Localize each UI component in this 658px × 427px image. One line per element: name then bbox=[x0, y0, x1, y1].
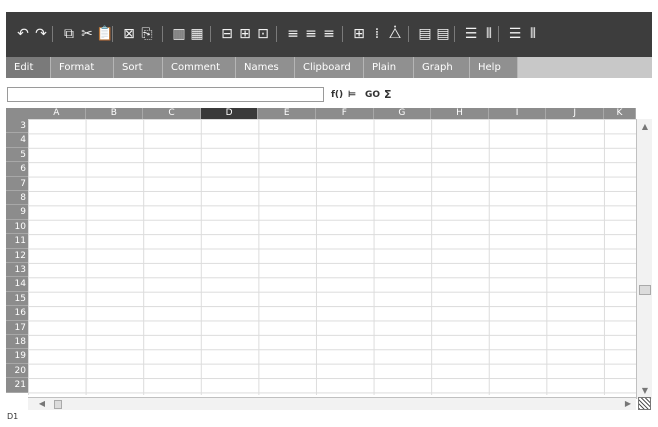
row-header-19[interactable]: 19 bbox=[6, 349, 28, 364]
toolbar-separator bbox=[276, 26, 277, 42]
merge-cells-icon[interactable]: ▤ bbox=[416, 25, 434, 43]
row-header-16[interactable]: 16 bbox=[6, 306, 28, 321]
tab-edit[interactable]: Edit bbox=[6, 57, 51, 78]
vertical-scrollbar[interactable]: ▲ ▼ bbox=[636, 119, 652, 399]
autofit-columns-icon[interactable]: ⦀ bbox=[524, 25, 542, 43]
go-button[interactable]: GO bbox=[365, 88, 380, 102]
formula-input[interactable] bbox=[7, 87, 324, 102]
column-header-g[interactable]: G bbox=[373, 108, 432, 119]
toolbar-separator bbox=[210, 26, 211, 42]
tab-graph[interactable]: Graph bbox=[414, 57, 470, 78]
fill-color-icon[interactable]: ⧊ bbox=[386, 25, 404, 43]
select-all-corner[interactable] bbox=[6, 108, 28, 119]
tab-plain[interactable]: Plain bbox=[364, 57, 414, 78]
toolbar-separator bbox=[162, 26, 163, 42]
tab-clipboard[interactable]: Clipboard bbox=[295, 57, 364, 78]
scroll-right-icon[interactable]: ▶ bbox=[622, 398, 634, 410]
column-header-d[interactable]: D bbox=[200, 108, 259, 119]
toolbar-separator bbox=[342, 26, 343, 42]
tab-format[interactable]: Format bbox=[51, 57, 114, 78]
row-header-4[interactable]: 4 bbox=[6, 133, 28, 148]
row-header-13[interactable]: 13 bbox=[6, 263, 28, 278]
align-center-icon[interactable]: ≡ bbox=[302, 25, 320, 43]
delete-cells-icon[interactable]: ⊡ bbox=[254, 25, 272, 43]
horizontal-scroll-thumb[interactable] bbox=[54, 400, 62, 409]
row-header-7[interactable]: 7 bbox=[6, 176, 28, 191]
tab-bar: Edit Format Sort Comment Names Clipboard Plain… bbox=[6, 57, 652, 78]
redo-icon[interactable]: ↷ bbox=[32, 25, 50, 43]
row-header-8[interactable]: 8 bbox=[6, 191, 28, 206]
insert-cells-icon[interactable]: ⊞ bbox=[236, 25, 254, 43]
row-header-14[interactable]: 14 bbox=[6, 277, 28, 292]
row-header-9[interactable]: 9 bbox=[6, 205, 28, 220]
column-header-c[interactable]: C bbox=[143, 108, 201, 119]
no-borders-icon[interactable]: ⁞ bbox=[368, 25, 386, 43]
autofit-rows-icon[interactable]: ☰ bbox=[506, 25, 524, 43]
row-header-21[interactable]: 21 bbox=[6, 378, 28, 393]
cell-area[interactable] bbox=[28, 119, 636, 395]
row-header-10[interactable]: 10 bbox=[6, 219, 28, 235]
resize-grip-icon[interactable] bbox=[638, 397, 651, 410]
toolbar-separator bbox=[52, 26, 53, 42]
row-header-3[interactable]: 3 bbox=[6, 119, 28, 134]
column-header-k[interactable]: K bbox=[604, 108, 636, 119]
row-header-12[interactable]: 12 bbox=[6, 248, 28, 263]
column-header-f[interactable]: F bbox=[316, 108, 374, 119]
toolbar-separator bbox=[498, 26, 499, 42]
vertical-scroll-thumb[interactable] bbox=[639, 285, 651, 295]
copy-icon[interactable]: ⧉ bbox=[60, 25, 78, 43]
split-cells-icon[interactable]: ▤ bbox=[434, 25, 452, 43]
column-header-i[interactable]: I bbox=[488, 108, 547, 119]
column-header-a[interactable]: A bbox=[28, 108, 86, 119]
column-header-j[interactable]: J bbox=[546, 108, 604, 119]
tab-sort[interactable]: Sort bbox=[114, 57, 163, 78]
row-height-icon[interactable]: ☰ bbox=[462, 25, 480, 43]
insert-column-icon[interactable]: ▥ bbox=[170, 25, 188, 43]
clear-icon[interactable]: ⊠ bbox=[120, 25, 138, 43]
column-header-b[interactable]: B bbox=[85, 108, 144, 119]
row-header-6[interactable]: 6 bbox=[6, 162, 28, 177]
scroll-left-icon[interactable]: ◀ bbox=[36, 398, 48, 410]
toolbar: ↶ ↷ ⧉ ✂ 📋 ⊠ ⎘ ▥ ▦ ⊟ ⊞ ⊡ ≡ ≡ ≡ ⊞ ⁞ ⧊ ▤ ▤ ☰ ⦀ ☰ ⦀ bbox=[6, 12, 652, 57]
row-header-18[interactable]: 18 bbox=[6, 335, 28, 350]
status-cell-ref: D1 bbox=[7, 412, 19, 421]
scroll-up-icon[interactable]: ▲ bbox=[639, 121, 651, 133]
spreadsheet-grid: ▲ ▼ ◀ ▶ A B C D E F G H I J K 3 4 5 6 7 8 9 10 11 12 13 14 15 16… bbox=[6, 108, 652, 410]
tab-names[interactable]: Names bbox=[236, 57, 295, 78]
row-header-17[interactable]: 17 bbox=[6, 320, 28, 335]
toolbar-separator bbox=[408, 26, 409, 42]
function-button[interactable]: f() bbox=[331, 88, 343, 102]
tab-comment[interactable]: Comment bbox=[163, 57, 236, 78]
paste-special-icon[interactable]: ⎘ bbox=[138, 25, 156, 43]
toolbar-separator bbox=[454, 26, 455, 42]
row-header-15[interactable]: 15 bbox=[6, 291, 28, 307]
tab-help[interactable]: Help bbox=[470, 57, 518, 78]
align-left-icon[interactable]: ≡ bbox=[284, 25, 302, 43]
undo-icon[interactable]: ↶ bbox=[14, 25, 32, 43]
row-header-20[interactable]: 20 bbox=[6, 363, 28, 379]
toolbar-separator bbox=[112, 26, 113, 42]
align-formula-button[interactable]: ⊨ bbox=[348, 88, 356, 102]
row-header-11[interactable]: 11 bbox=[6, 234, 28, 249]
column-header-e[interactable]: E bbox=[258, 108, 316, 119]
horizontal-scrollbar[interactable]: ◀ ▶ bbox=[28, 397, 636, 410]
align-right-icon[interactable]: ≡ bbox=[320, 25, 338, 43]
delete-column-icon[interactable]: ▦ bbox=[188, 25, 206, 43]
row-header-5[interactable]: 5 bbox=[6, 147, 28, 163]
borders-icon[interactable]: ⊞ bbox=[350, 25, 368, 43]
scroll-down-icon[interactable]: ▼ bbox=[639, 385, 651, 397]
cut-icon[interactable]: ✂ bbox=[78, 25, 96, 43]
column-width-icon[interactable]: ⦀ bbox=[480, 25, 498, 43]
sum-button[interactable]: Σ bbox=[384, 88, 392, 102]
insert-row-icon[interactable]: ⊟ bbox=[218, 25, 236, 43]
column-header-h[interactable]: H bbox=[431, 108, 489, 119]
